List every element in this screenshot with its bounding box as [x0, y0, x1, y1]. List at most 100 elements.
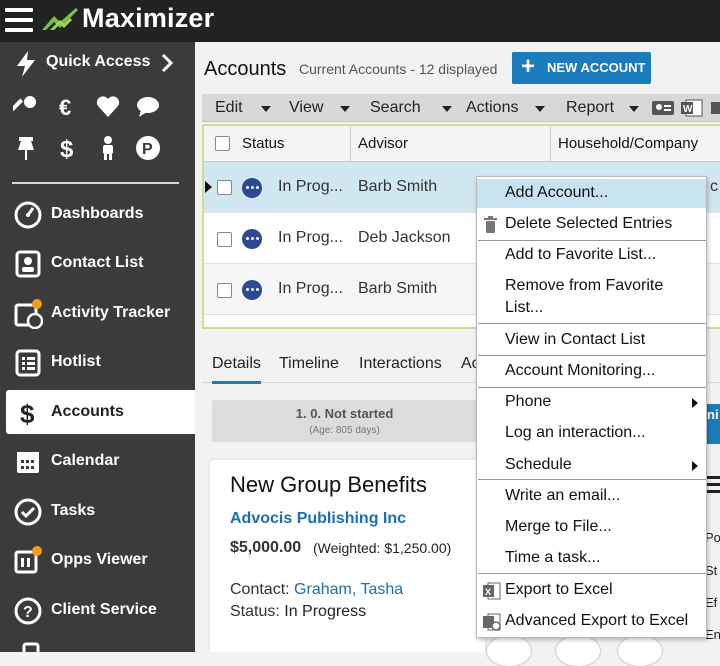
pin-icon[interactable] — [13, 135, 39, 161]
sidebar-item-label: Accounts — [51, 403, 124, 420]
svg-text:$: $ — [20, 399, 35, 428]
caret-down-icon[interactable] — [442, 106, 452, 112]
row-checkbox[interactable] — [217, 180, 232, 195]
chat-icon[interactable] — [135, 94, 161, 120]
menu-item-view-contact-list[interactable]: View in Contact List — [477, 327, 706, 355]
column-advisor[interactable]: Advisor — [358, 135, 408, 152]
menu-item-phone[interactable]: Phone — [477, 390, 706, 418]
menu-item-add-favorite[interactable]: Add to Favorite List... — [477, 243, 706, 271]
menu-lines-icon[interactable] — [707, 473, 720, 495]
tab-interactions[interactable]: Interactions — [359, 355, 442, 373]
menu-separator — [478, 240, 706, 241]
dollar-icon[interactable]: $ — [55, 135, 81, 161]
sidebar-item-dashboards[interactable]: Dashboards — [0, 192, 195, 236]
word-icon[interactable]: W — [681, 99, 703, 117]
opportunity-title: New Group Benefits — [230, 472, 427, 497]
menu-item-account-monitoring[interactable]: Account Monitoring... — [477, 359, 706, 387]
calendar-icon — [17, 452, 39, 473]
excel-settings-icon — [483, 613, 501, 631]
opps-viewer-icon — [14, 546, 42, 574]
tab-details[interactable]: Details — [212, 355, 261, 384]
cell-status: In Prog... — [278, 229, 343, 246]
menu-item-delete-selected[interactable]: Delete Selected Entries — [477, 210, 706, 239]
sidebar-item-calendar[interactable]: Calendar — [0, 439, 195, 483]
menu-separator — [478, 355, 706, 356]
sidebar-item-activity-tracker[interactable]: Activity Tracker — [0, 291, 195, 335]
check-circle-icon — [14, 498, 42, 526]
edit-action-button[interactable] — [487, 636, 531, 666]
dollar-icon: $ — [20, 399, 35, 428]
menu-item-time-task[interactable]: Time a task... — [477, 546, 706, 574]
sidebar-item-contact-list[interactable]: Contact List — [0, 241, 195, 285]
tab-timeline[interactable]: Timeline — [279, 355, 339, 373]
sidebar-item-label: Client Service — [51, 601, 157, 618]
svg-text:?: ? — [23, 604, 33, 621]
caret-down-icon[interactable] — [535, 106, 545, 112]
new-account-label: NEW ACCOUNT — [547, 60, 646, 75]
menu-search[interactable]: Search — [370, 99, 421, 117]
parking-icon[interactable]: P — [135, 135, 161, 161]
column-status[interactable]: Status — [242, 135, 285, 152]
menu-actions[interactable]: Actions — [466, 99, 518, 117]
cell-advisor: Barb Smith — [358, 280, 438, 297]
menu-item-write-email[interactable]: Write an email... — [477, 484, 706, 512]
sales-stage-indicator[interactable]: 1. 0. Not started (Age: 805 days) — [212, 400, 477, 442]
contact-card-icon[interactable] — [651, 99, 675, 117]
submenu-arrow-icon — [692, 461, 698, 471]
row-checkbox[interactable] — [217, 283, 232, 298]
right-edge-text: En — [705, 627, 720, 642]
heart-icon[interactable] — [95, 94, 121, 120]
new-account-button[interactable]: + NEW ACCOUNT — [512, 52, 651, 84]
cell-status: In Prog... — [278, 178, 343, 195]
menu-item-add-account[interactable]: Add Account... — [477, 179, 706, 208]
excel-icon: X — [483, 582, 501, 600]
menu-report[interactable]: Report — [566, 99, 614, 117]
menu-edit[interactable]: Edit — [215, 99, 243, 117]
contact-link[interactable]: Graham, Tasha — [294, 581, 403, 598]
sidebar-item-label: Opps Viewer — [51, 551, 148, 568]
row-checkbox[interactable] — [217, 232, 232, 247]
sidebar-item-label: Dashboards — [51, 205, 144, 222]
menu-view[interactable]: View — [289, 99, 323, 117]
svg-text:X: X — [485, 587, 491, 597]
menu-item-advanced-export-excel[interactable]: Advanced Export to Excel — [477, 608, 706, 637]
top-header: Maximizer — [0, 0, 720, 42]
document-icon[interactable] — [22, 642, 42, 656]
sidebar-item-tasks[interactable]: Tasks — [0, 489, 195, 533]
select-all-checkbox[interactable] — [215, 136, 230, 151]
euro-icon[interactable]: € — [55, 94, 81, 120]
opportunity-amount: $5,000.00 — [230, 539, 302, 556]
cell-status: In Prog... — [278, 280, 343, 297]
person-icon[interactable] — [95, 135, 121, 161]
sidebar-item-client-service[interactable]: ? Client Service — [0, 588, 195, 632]
question-icon: ? — [14, 597, 42, 625]
status-value: In Progress — [284, 603, 367, 620]
menu-item-export-excel[interactable]: X Export to Excel — [477, 577, 706, 606]
sidebar-item-hotlist[interactable]: Hotlist — [0, 340, 195, 384]
column-household-company[interactable]: Household/Company — [558, 135, 698, 152]
plus-icon: + — [521, 53, 536, 80]
company-link[interactable]: Advocis Publishing Inc — [230, 510, 406, 528]
right-edge-text: Po — [705, 530, 720, 545]
more-icon[interactable] — [709, 99, 720, 117]
quick-access[interactable]: Quick Access — [0, 42, 195, 86]
hamburger-menu-icon[interactable] — [5, 8, 33, 32]
sidebar-divider — [12, 182, 179, 184]
email-action-button[interactable] — [618, 636, 662, 666]
sidebar-item-accounts[interactable]: $ Accounts — [6, 390, 195, 434]
phone-action-button[interactable] — [556, 636, 600, 666]
menu-item-remove-favorite[interactable]: Remove from Favorite List... — [477, 273, 706, 319]
menu-separator — [478, 573, 706, 574]
menu-item-log-interaction[interactable]: Log an interaction... — [477, 421, 706, 449]
caret-down-icon[interactable] — [629, 106, 639, 112]
opportunity-card: New Group Benefits Advocis Publishing In… — [210, 460, 485, 652]
sidebar-item-opps-viewer[interactable]: Opps Viewer — [0, 538, 195, 582]
menu-item-schedule[interactable]: Schedule — [477, 453, 706, 481]
menu-item-merge-to-file[interactable]: Merge to File... — [477, 515, 706, 543]
key-icon[interactable] — [13, 94, 39, 120]
in-progress-icon — [242, 280, 262, 300]
caret-down-icon[interactable] — [340, 106, 350, 112]
caret-down-icon[interactable] — [261, 106, 271, 112]
right-panel-badge[interactable]: ni — [705, 404, 720, 444]
menu-separator — [478, 323, 706, 324]
